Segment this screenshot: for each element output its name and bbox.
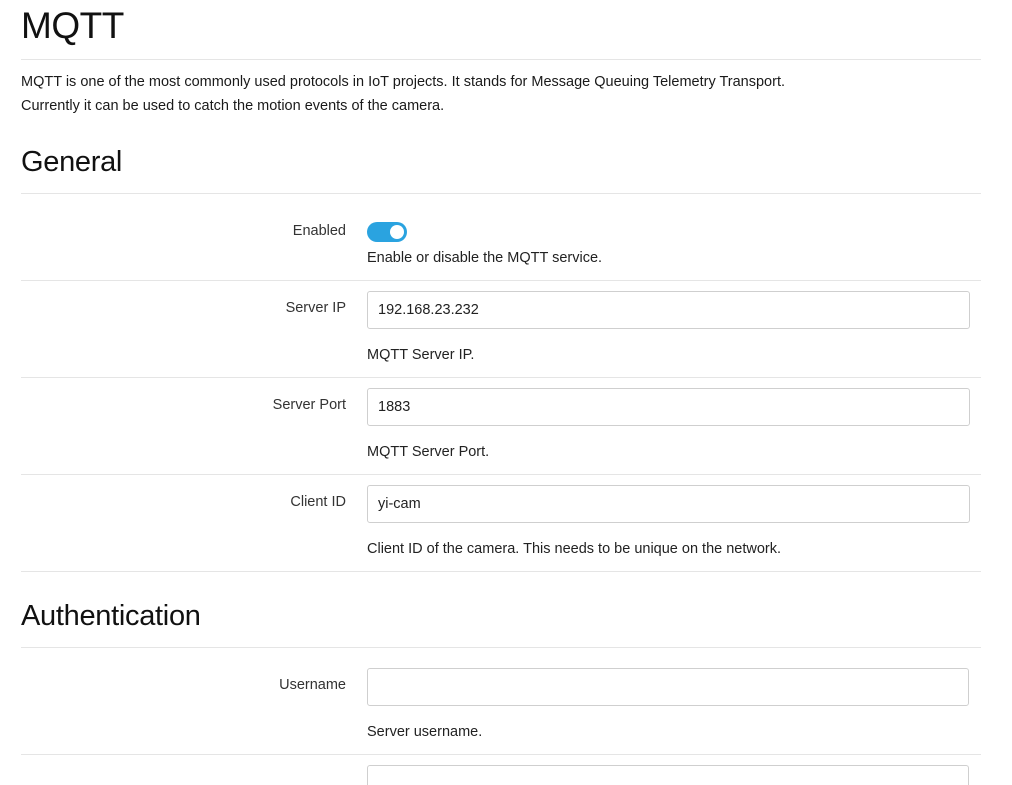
client-id-input[interactable] [367,485,970,523]
server-port-label: Server Port [272,397,346,413]
section-title-general: General [21,146,123,178]
intro-line-1: MQTT is one of the most commonly used pr… [21,74,786,90]
general-divider [21,193,981,194]
server-ip-input[interactable] [367,291,970,329]
authentication-divider [21,647,981,648]
username-help: Server username. [367,724,483,740]
server-ip-help: MQTT Server IP. [367,347,475,363]
row-divider [21,571,981,572]
page-title: MQTT [21,5,124,46]
enabled-label: Enabled [292,223,346,239]
title-divider [21,59,981,60]
client-id-help: Client ID of the camera. This needs to b… [367,541,782,557]
row-divider [21,474,981,475]
password-input-partial[interactable] [367,765,969,785]
row-divider [21,754,981,755]
enabled-help: Enable or disable the MQTT service. [367,250,603,266]
server-port-help: MQTT Server Port. [367,444,490,460]
username-label: Username [279,677,346,693]
enabled-toggle[interactable] [367,222,407,242]
server-ip-label: Server IP [285,300,346,316]
section-title-authentication: Authentication [21,600,201,632]
username-input[interactable] [367,668,969,706]
toggle-knob [390,225,404,239]
row-divider [21,377,981,378]
client-id-label: Client ID [290,494,346,510]
server-port-input[interactable] [367,388,970,426]
row-divider [21,280,981,281]
intro-line-2: Currently it can be used to catch the mo… [21,98,445,114]
